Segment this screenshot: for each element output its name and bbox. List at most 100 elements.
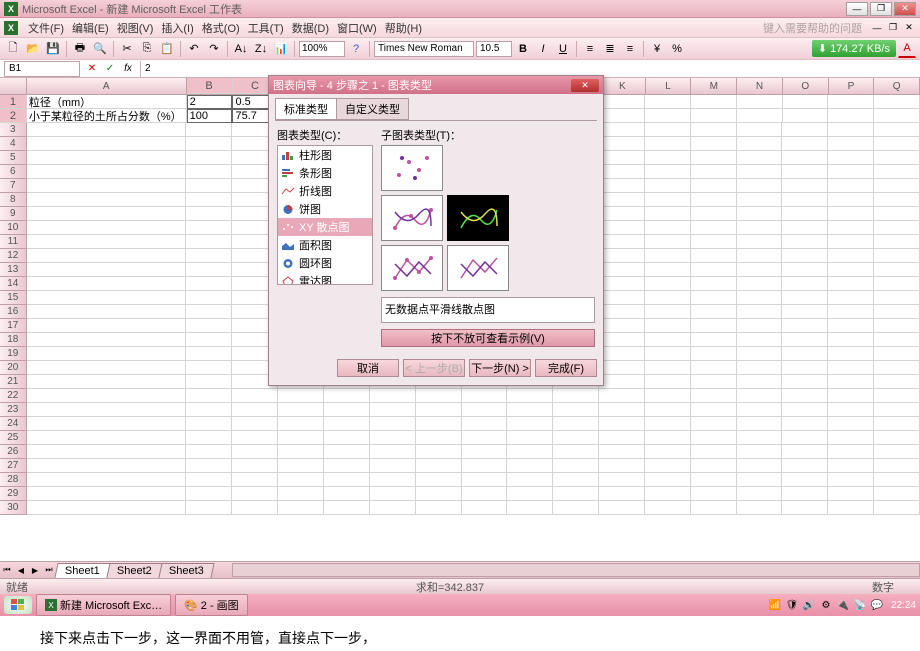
cell-A12[interactable] [27,249,187,263]
cell-K17[interactable] [599,319,645,333]
cell-O21[interactable] [782,375,828,389]
cell-M22[interactable] [691,389,737,403]
cell-B25[interactable] [186,431,232,445]
rowhdr-10[interactable]: 10 [0,221,27,235]
cell-N9[interactable] [737,207,783,221]
cell-N27[interactable] [737,459,783,473]
cell-Q28[interactable] [874,473,920,487]
cell-H24[interactable] [462,417,508,431]
cell-N11[interactable] [737,235,783,249]
cell-K26[interactable] [599,445,645,459]
cell-K8[interactable] [599,193,645,207]
rowhdr-16[interactable]: 16 [0,305,27,319]
cell-K28[interactable] [599,473,645,487]
tray-icon[interactable]: ⚙ [819,598,833,612]
cell-M14[interactable] [691,277,737,291]
rowhdr-7[interactable]: 7 [0,179,27,193]
cell-A20[interactable] [27,361,187,375]
cut-button[interactable]: ✂ [118,40,136,58]
cell-J26[interactable] [553,445,599,459]
cell-P13[interactable] [828,263,874,277]
copy-button[interactable]: ⎘ [138,40,156,58]
menu-window[interactable]: 窗口(W) [333,18,381,38]
cell-A27[interactable] [27,459,187,473]
cell-B29[interactable] [186,487,232,501]
cell-A23[interactable] [27,403,187,417]
cell-G22[interactable] [416,389,462,403]
cell-K25[interactable] [599,431,645,445]
doc-minimize-button[interactable]: — [870,22,884,34]
cell-P30[interactable] [828,501,874,515]
cell-O18[interactable] [782,333,828,347]
cell-B21[interactable] [186,375,232,389]
cell-O11[interactable] [782,235,828,249]
cell-A5[interactable] [27,151,187,165]
cell-Q25[interactable] [874,431,920,445]
cell-N17[interactable] [737,319,783,333]
rowhdr-20[interactable]: 20 [0,361,27,375]
cell-L19[interactable] [645,347,691,361]
cell-L23[interactable] [645,403,691,417]
cell-A7[interactable] [27,179,187,193]
cell-P6[interactable] [828,165,874,179]
cell-K4[interactable] [599,137,645,151]
currency-button[interactable]: ¥ [648,40,666,58]
cell-F24[interactable] [370,417,416,431]
help-search-hint[interactable]: 键入需要帮助的问题 [763,20,862,36]
cell-Q8[interactable] [874,193,920,207]
cell-J23[interactable] [553,403,599,417]
rowhdr-28[interactable]: 28 [0,473,27,487]
cell-N2[interactable] [737,109,783,123]
cell-H29[interactable] [462,487,508,501]
menu-help[interactable]: 帮助(H) [381,18,426,38]
rowhdr-27[interactable]: 27 [0,459,27,473]
rowhdr-19[interactable]: 19 [0,347,27,361]
cell-P29[interactable] [828,487,874,501]
cell-M1[interactable] [691,95,737,109]
cell-L18[interactable] [645,333,691,347]
cell-K5[interactable] [599,151,645,165]
cell-P2[interactable] [828,109,874,123]
cell-K10[interactable] [599,221,645,235]
cell-P25[interactable] [828,431,874,445]
rowhdr-24[interactable]: 24 [0,417,27,431]
tray-icon[interactable]: 📶 [768,598,782,612]
cell-K16[interactable] [599,305,645,319]
cell-Q4[interactable] [874,137,920,151]
cell-B5[interactable] [186,151,232,165]
cell-Q27[interactable] [874,459,920,473]
cell-M12[interactable] [691,249,737,263]
start-button[interactable] [4,596,32,614]
cell-I24[interactable] [507,417,553,431]
cell-L29[interactable] [645,487,691,501]
cell-F26[interactable] [370,445,416,459]
cell-M25[interactable] [691,431,737,445]
menu-tools[interactable]: 工具(T) [244,18,288,38]
cell-N15[interactable] [737,291,783,305]
cell-I22[interactable] [507,389,553,403]
cell-M30[interactable] [691,501,737,515]
cell-P14[interactable] [828,277,874,291]
cell-C22[interactable] [232,389,278,403]
horizontal-scrollbar[interactable] [232,563,920,577]
cell-O22[interactable] [782,389,828,403]
sheet-tab-2[interactable]: Sheet2 [106,563,162,578]
cell-N30[interactable] [737,501,783,515]
cell-Q10[interactable] [874,221,920,235]
cell-M2[interactable] [691,109,737,123]
cell-Q14[interactable] [874,277,920,291]
cell-E24[interactable] [324,417,370,431]
cell-A30[interactable] [27,501,187,515]
chart-type-area[interactable]: 面积图 [278,236,372,254]
cell-P16[interactable] [828,305,874,319]
cell-B26[interactable] [186,445,232,459]
cell-B4[interactable] [186,137,232,151]
cell-D22[interactable] [278,389,324,403]
cell-P15[interactable] [828,291,874,305]
cell-O7[interactable] [782,179,828,193]
cell-L25[interactable] [645,431,691,445]
close-button[interactable]: ✕ [894,2,916,16]
cell-B22[interactable] [186,389,232,403]
cell-O28[interactable] [782,473,828,487]
rowhdr-30[interactable]: 30 [0,501,27,515]
